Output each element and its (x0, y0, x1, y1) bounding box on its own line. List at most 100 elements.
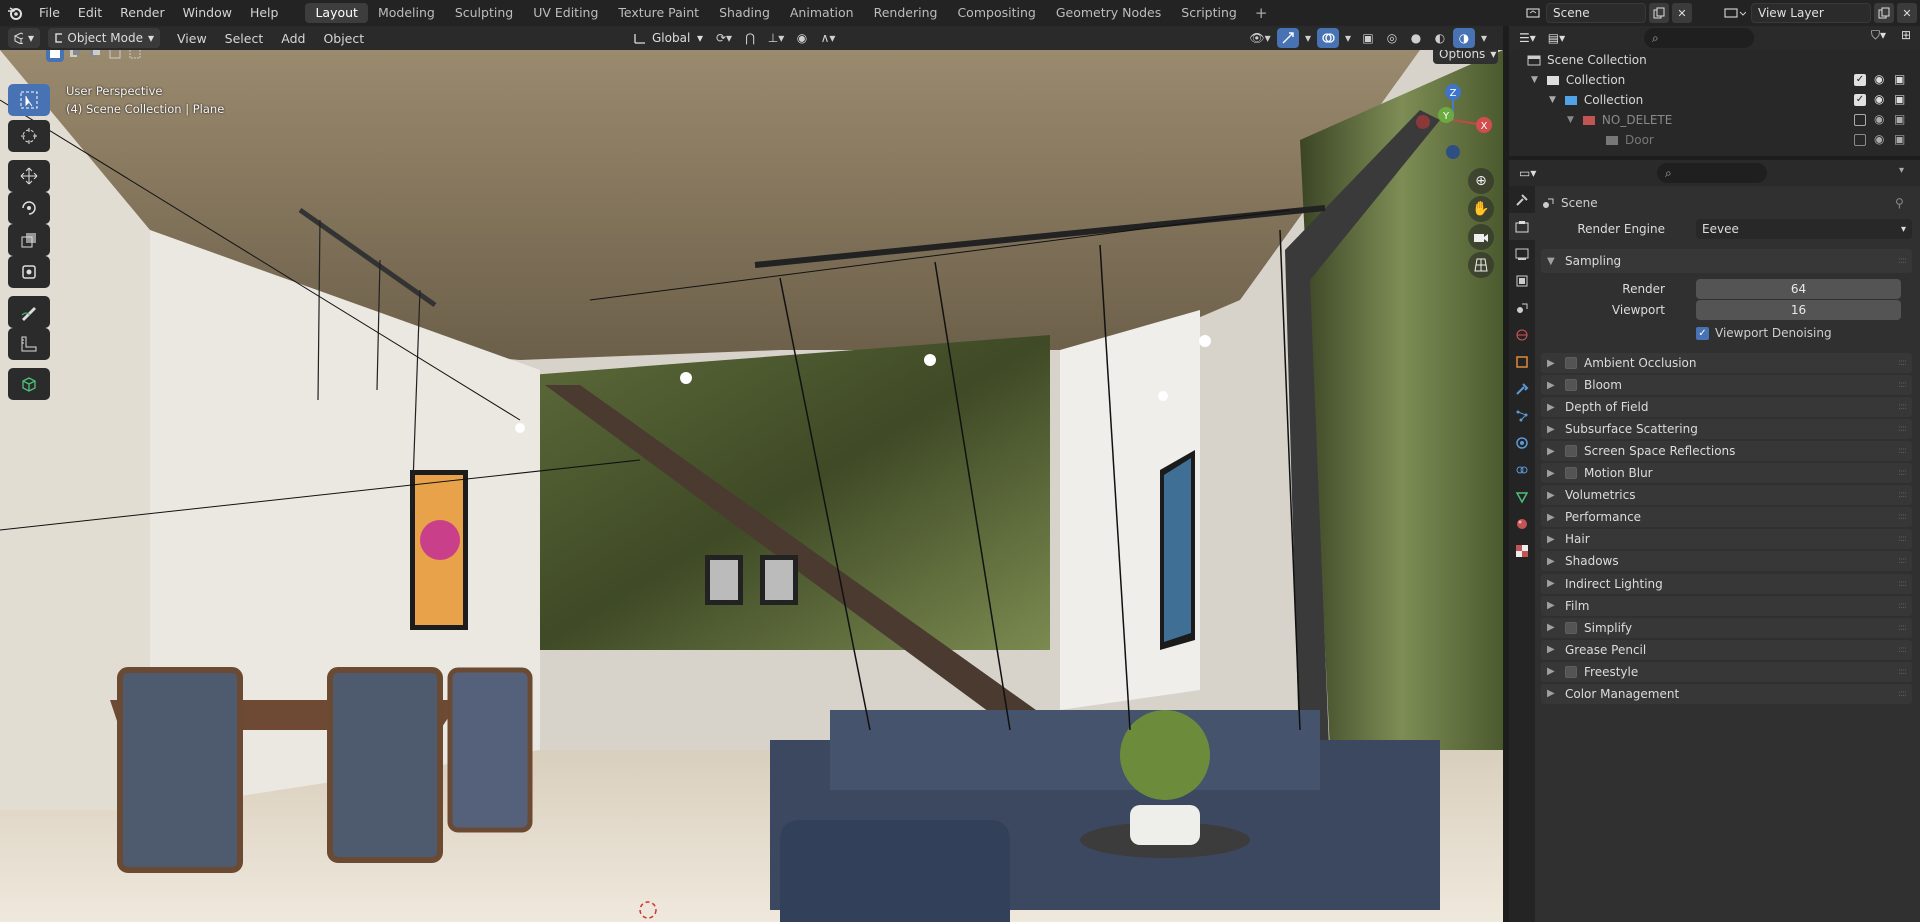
drag-grip-icon[interactable]: :::: (1898, 512, 1907, 522)
render-camera-icon[interactable]: ▣ (1894, 72, 1905, 86)
shading-dropdown-icon[interactable]: ▾ (1477, 28, 1491, 48)
zoom-icon[interactable]: ⊕ (1468, 168, 1494, 194)
tab-physics-icon[interactable] (1509, 429, 1535, 456)
drag-grip-icon[interactable]: :::: (1898, 380, 1907, 390)
panel-header[interactable]: ▶ Screen Space Reflections:::: (1541, 441, 1912, 462)
tab-texture-icon[interactable] (1509, 537, 1535, 564)
panel-header[interactable]: ▶ Performance:::: (1541, 507, 1912, 528)
outliner-row[interactable]: ▼ NO_DELETE ◉ ▣ (1509, 110, 1920, 130)
exclude-checkbox[interactable]: ✓ (1854, 94, 1866, 106)
drag-grip-icon[interactable]: :::: (1898, 534, 1907, 544)
rendered-scene[interactable] (0, 50, 1503, 922)
visibility-icon[interactable]: 👁▾ (1245, 28, 1275, 48)
viewport-denoising-checkbox[interactable]: ✓ (1696, 326, 1709, 340)
tab-shading[interactable]: Shading (709, 3, 780, 23)
panel-enable-checkbox[interactable] (1565, 665, 1577, 678)
delete-scene-icon[interactable]: ✕ (1672, 3, 1692, 23)
proportional-edit-icon[interactable]: ◉ (791, 28, 813, 48)
blender-logo-icon[interactable] (0, 0, 30, 26)
menu-file[interactable]: File (30, 0, 69, 26)
panel-header[interactable]: ▶ Color Management:::: (1541, 683, 1912, 704)
editor-type-icon[interactable]: ▾ (8, 28, 40, 48)
select-new-icon[interactable] (46, 50, 64, 62)
drag-grip-icon[interactable]: :::: (1898, 645, 1907, 655)
visibility-eye-icon[interactable]: ◉ (1874, 112, 1884, 126)
menu-help[interactable]: Help (241, 0, 288, 26)
falloff-icon[interactable]: ∧▾ (817, 28, 839, 48)
panel-header[interactable]: ▶ Motion Blur:::: (1541, 463, 1912, 484)
tab-tool-icon[interactable] (1509, 186, 1535, 213)
tab-texture-paint[interactable]: Texture Paint (608, 3, 709, 23)
perspective-toggle-icon[interactable] (1468, 252, 1494, 278)
options-dropdown[interactable]: Options ▾ (1433, 50, 1498, 64)
camera-view-icon[interactable] (1468, 224, 1494, 250)
drag-grip-icon[interactable]: :::: (1898, 623, 1907, 633)
outliner-editor-type-icon[interactable]: ☰▾ (1513, 28, 1542, 48)
render-camera-icon[interactable]: ▣ (1894, 112, 1905, 126)
properties-editor-type-icon[interactable]: ▭▾ (1513, 163, 1542, 183)
panel-header[interactable]: ▶ Depth of Field:::: (1541, 397, 1912, 418)
menu-render[interactable]: Render (111, 0, 174, 26)
drag-grip-icon[interactable]: :::: (1898, 446, 1907, 456)
visibility-eye-icon[interactable]: ◉ (1874, 132, 1884, 146)
panel-header[interactable]: ▶ Ambient Occlusion:::: (1541, 353, 1912, 373)
drag-grip-icon[interactable]: :::: (1898, 490, 1907, 500)
select-intersect-icon[interactable] (126, 50, 144, 62)
gizmo-dropdown-icon[interactable]: ▾ (1301, 28, 1315, 48)
wireframe-shading-icon[interactable]: ◎ (1381, 28, 1403, 48)
outliner-row[interactable]: ▼ Collection ✓ ◉ ▣ (1509, 90, 1920, 110)
pivot-point-icon[interactable]: ⟳▾ (713, 28, 735, 48)
new-scene-icon[interactable] (1649, 3, 1669, 23)
tab-animation[interactable]: Animation (780, 3, 864, 23)
properties-search-input[interactable]: ⌕ (1657, 163, 1767, 183)
viewport-samples-field[interactable]: 16 (1696, 300, 1901, 320)
tab-world-icon[interactable] (1509, 321, 1535, 348)
transform-tool-icon[interactable] (8, 256, 50, 288)
cursor-tool-icon[interactable] (8, 120, 50, 152)
outliner-row[interactable]: ▼ Collection ✓ ◉ ▣ (1509, 70, 1920, 90)
visibility-eye-icon[interactable]: ◉ (1874, 72, 1884, 86)
menu-add[interactable]: Add (272, 31, 314, 46)
tab-scripting[interactable]: Scripting (1171, 3, 1247, 23)
tab-particles-icon[interactable] (1509, 402, 1535, 429)
tab-view-layer-icon[interactable] (1509, 267, 1535, 294)
render-samples-field[interactable]: 64 (1696, 279, 1901, 299)
view-layer-icon[interactable] (1722, 3, 1748, 23)
menu-view[interactable]: View (168, 31, 216, 46)
measure-tool-icon[interactable] (8, 328, 50, 360)
scale-tool-icon[interactable] (8, 224, 50, 256)
expand-arrow-icon[interactable]: ▼ (1531, 75, 1538, 85)
pin-icon[interactable]: ⚲ (1895, 196, 1904, 210)
panel-enable-checkbox[interactable] (1565, 467, 1577, 480)
expand-arrow-icon[interactable]: ▼ (1549, 95, 1556, 105)
visibility-eye-icon[interactable]: ◉ (1874, 92, 1884, 106)
new-collection-icon[interactable]: ⊞ (1901, 28, 1911, 42)
scene-icon[interactable] (1523, 3, 1543, 23)
panel-header[interactable]: ▶ Subsurface Scattering:::: (1541, 419, 1912, 440)
drag-grip-icon[interactable]: :::: (1898, 402, 1907, 412)
select-subtract-icon[interactable] (86, 50, 104, 62)
panel-enable-checkbox[interactable] (1565, 621, 1577, 634)
drag-grip-icon[interactable]: :::: (1898, 667, 1907, 677)
tab-rendering[interactable]: Rendering (864, 3, 948, 23)
solid-shading-icon[interactable]: ● (1405, 28, 1427, 48)
view-layer-name-field[interactable]: View Layer (1751, 3, 1871, 23)
drag-grip-icon[interactable]: :::: (1898, 689, 1907, 699)
add-cube-tool-icon[interactable] (8, 368, 50, 400)
tab-modifiers-icon[interactable] (1509, 375, 1535, 402)
drag-grip-icon[interactable]: :::: (1898, 256, 1907, 266)
pan-hand-icon[interactable]: ✋ (1468, 196, 1494, 222)
panel-header[interactable]: ▶ Simplify:::: (1541, 617, 1912, 638)
render-camera-icon[interactable]: ▣ (1894, 132, 1905, 146)
tab-modeling[interactable]: Modeling (368, 3, 445, 23)
new-view-layer-icon[interactable] (1874, 3, 1894, 23)
drag-grip-icon[interactable]: :::: (1898, 601, 1907, 611)
overlays-dropdown-icon[interactable]: ▾ (1341, 28, 1355, 48)
tab-render-icon[interactable] (1509, 213, 1535, 240)
menu-object[interactable]: Object (314, 31, 373, 46)
drag-grip-icon[interactable]: :::: (1898, 579, 1907, 589)
panel-header[interactable]: ▶ Shadows:::: (1541, 551, 1912, 572)
filter-icon[interactable]: ⛉▾ (1871, 28, 1886, 43)
tab-constraints-icon[interactable] (1509, 456, 1535, 483)
select-extend-icon[interactable] (66, 50, 84, 62)
